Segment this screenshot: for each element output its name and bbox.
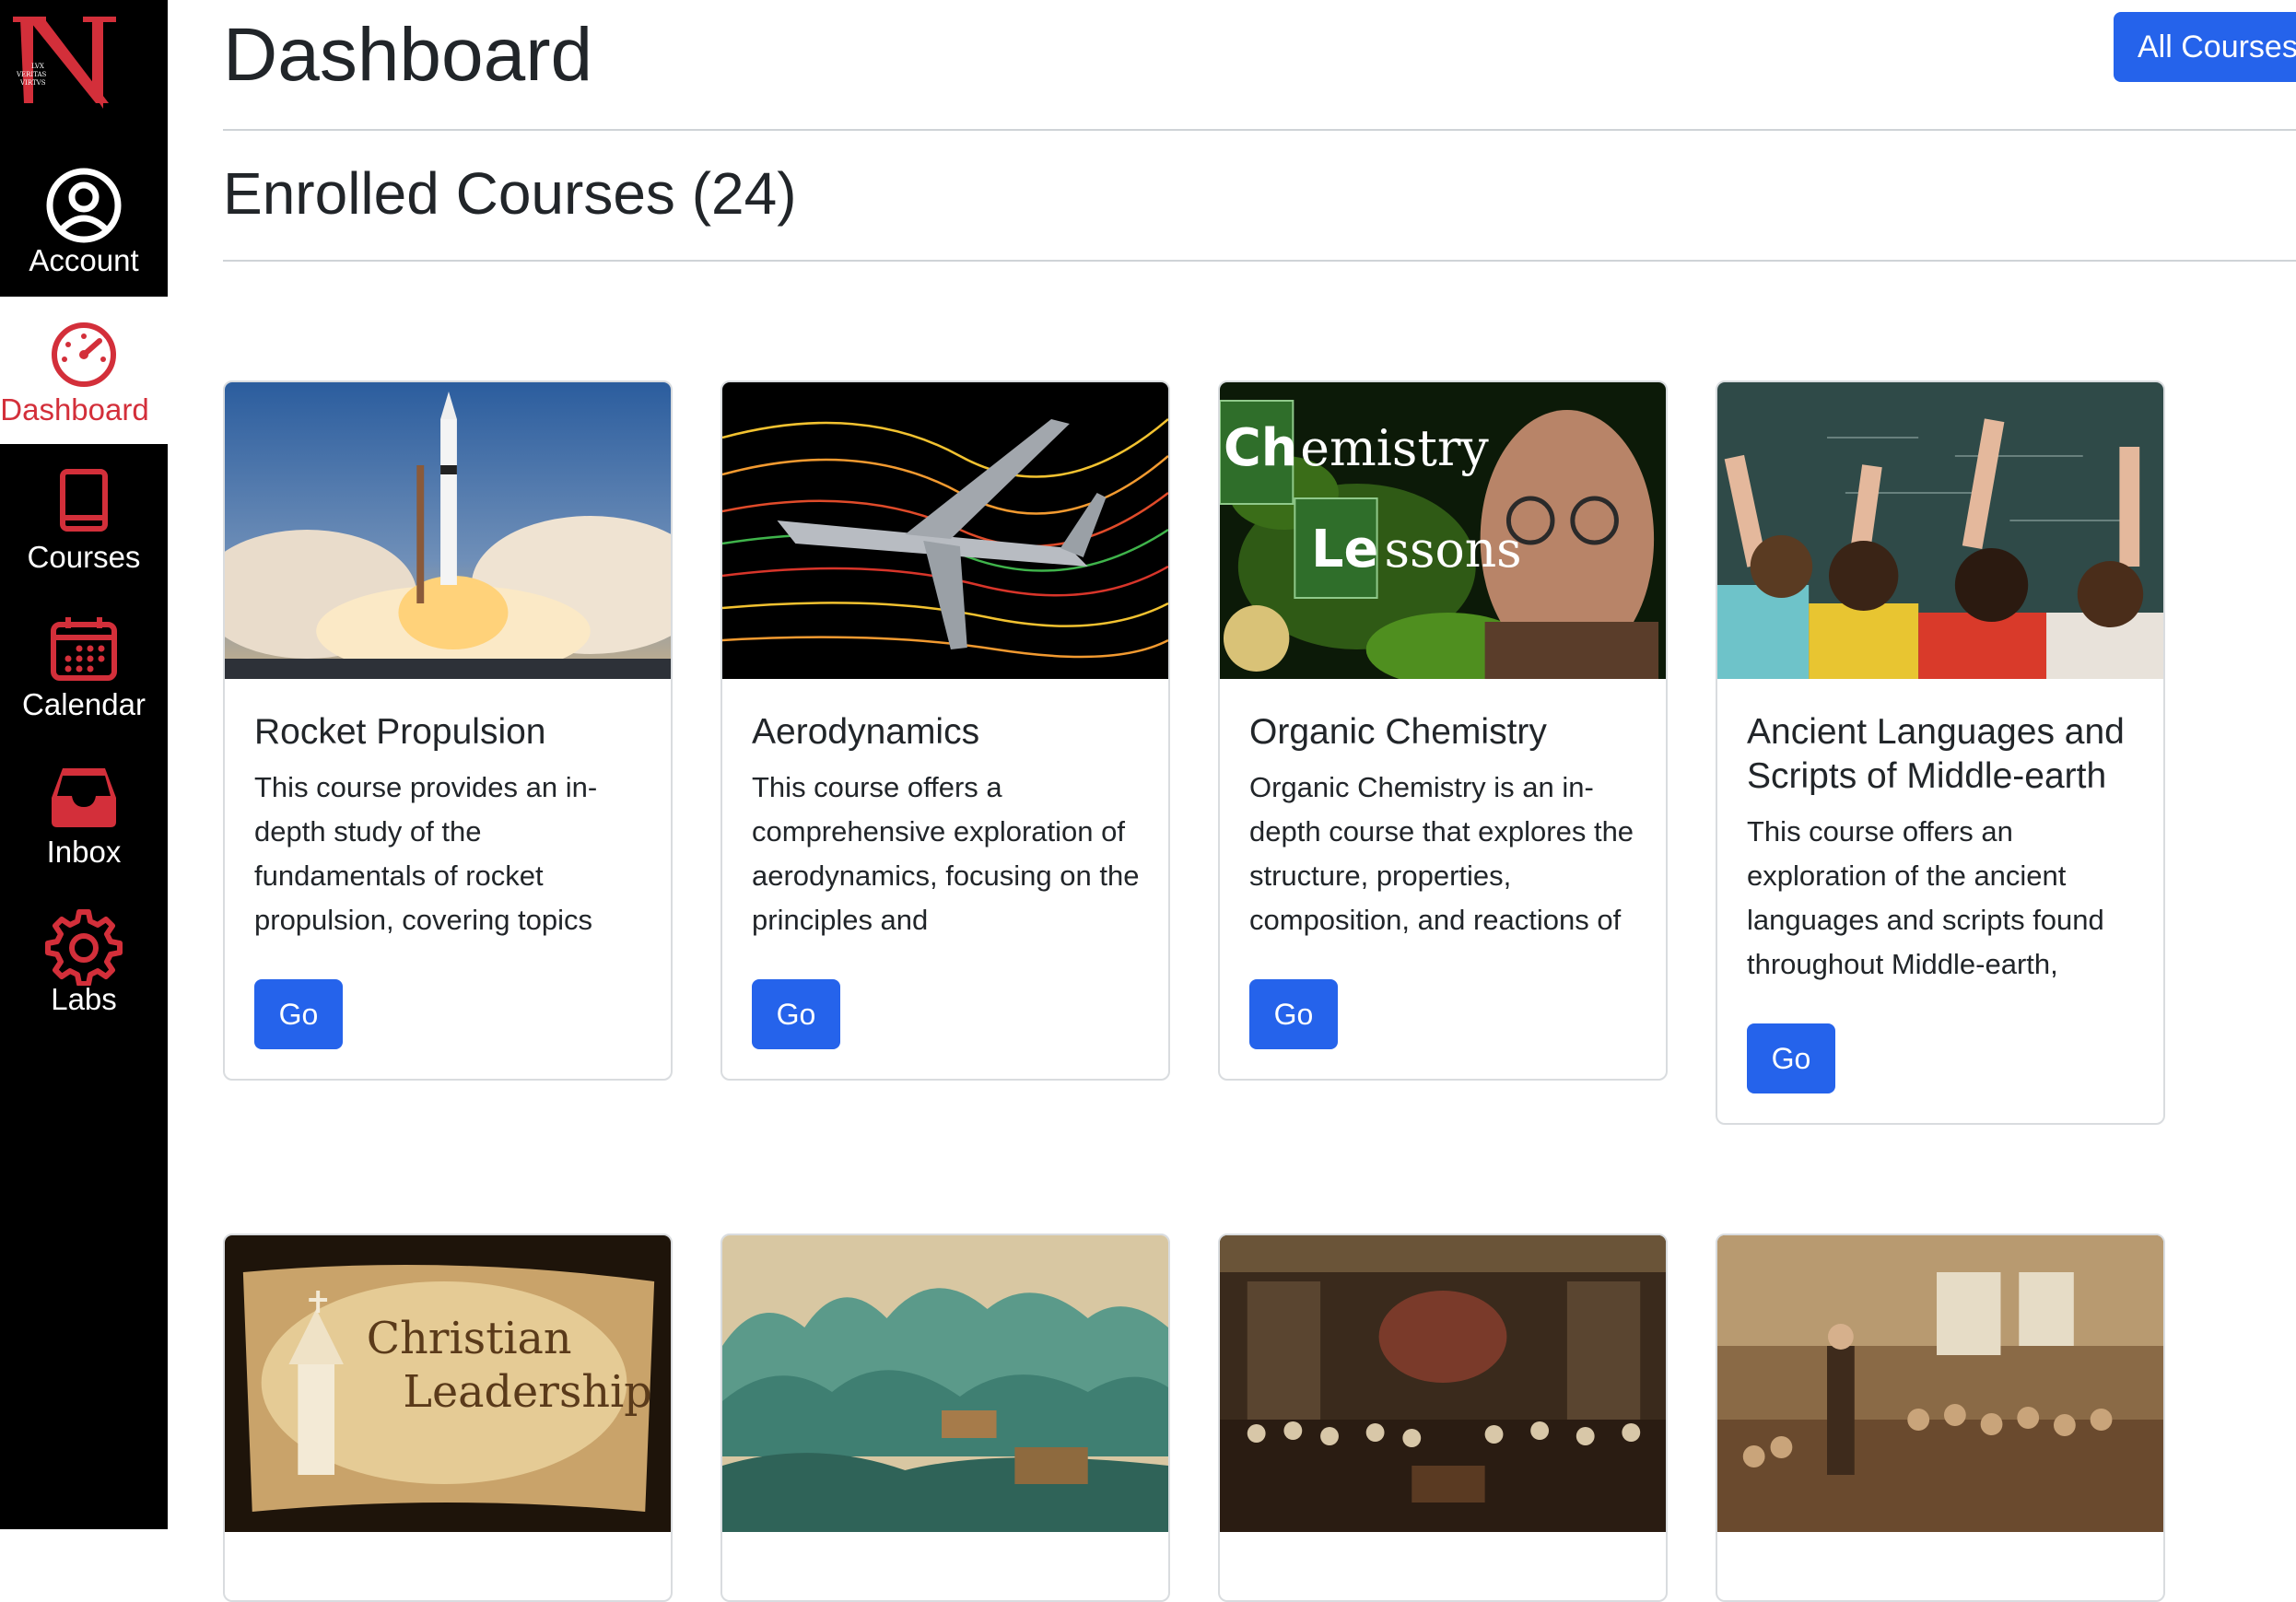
sidebar-item-label: Account	[29, 243, 139, 277]
book-icon	[42, 461, 125, 544]
gear-icon	[42, 903, 125, 987]
sidebar-item-dashboard[interactable]: Dashboard	[0, 297, 168, 444]
section-divider	[223, 260, 2296, 262]
calendar-icon	[42, 608, 125, 691]
course-title: Ancient Languages and Scripts of Middle-…	[1747, 712, 2125, 796]
sidebar-item-label: Inbox	[46, 835, 122, 869]
course-image-rocket-launch[interactable]	[225, 382, 671, 679]
svg-text:VIRTVS: VIRTVS	[19, 79, 46, 87]
course-title: Aerodynamics	[752, 712, 980, 752]
inbox-icon	[42, 755, 125, 838]
course-description: This course provides an in-depth study o…	[254, 771, 598, 936]
course-image-christian-leadership[interactable]: Christian Leadership	[225, 1235, 671, 1532]
course-card-history-assembly	[1218, 1234, 1668, 1602]
go-button[interactable]: Go	[752, 979, 840, 1049]
course-image-chemistry-lessons[interactable]: Ch emistry Le ssons	[1220, 382, 1666, 679]
course-description: Organic Chemistry is an in-depth course …	[1249, 771, 1634, 936]
user-circle-icon	[42, 164, 125, 247]
course-image-airplane-airflow[interactable]	[722, 382, 1168, 679]
course-image-chinese-landscape[interactable]	[722, 1235, 1168, 1532]
sidebar-item-label: Dashboard	[0, 392, 149, 427]
sidebar-item-inbox[interactable]: Inbox	[0, 739, 168, 886]
sidebar-item-label: Calendar	[22, 687, 146, 721]
course-card-christian-leadership: Christian Leadership	[223, 1234, 673, 1602]
sidebar-item-label: Courses	[27, 540, 141, 574]
sidebar-item-courses[interactable]: Courses	[0, 444, 168, 591]
svg-text:LVX: LVX	[31, 63, 44, 70]
enrolled-courses-heading: Enrolled Courses (24)	[223, 160, 797, 227]
sidebar-item-label: Labs	[51, 982, 117, 1016]
page-title: Dashboard	[223, 13, 593, 97]
course-card-schoolroom	[1716, 1234, 2165, 1602]
course-image-assembly-painting[interactable]	[1220, 1235, 1666, 1532]
university-logo[interactable]: LVX VERITAS VIRTVS	[0, 0, 168, 138]
course-card-ancient-languages: Ancient Languages and Scripts of Middle-…	[1716, 380, 2165, 1125]
go-button[interactable]: Go	[1249, 979, 1338, 1049]
christian-leadership-text: Leadership	[403, 1367, 651, 1418]
course-card-landscape-painting	[720, 1234, 1170, 1602]
go-button[interactable]: Go	[254, 979, 343, 1049]
go-button[interactable]: Go	[1747, 1023, 1835, 1093]
course-description: This course offers a comprehensive explo…	[752, 771, 1140, 936]
course-title: Organic Chemistry	[1249, 712, 1547, 752]
course-card-aerodynamics: Aerodynamics This course offers a compre…	[720, 380, 1170, 1081]
speedometer-icon	[42, 313, 125, 396]
course-card-organic-chemistry: Ch emistry Le ssons Organic Chemistry Or…	[1218, 380, 1668, 1081]
course-image-classroom[interactable]	[1717, 382, 2163, 679]
chemistry-image-text: ssons	[1385, 520, 1522, 579]
chemistry-image-text: emistry	[1300, 419, 1489, 477]
svg-text:VERITAS: VERITAS	[16, 71, 47, 78]
all-courses-button[interactable]: All Courses	[2114, 12, 2296, 82]
sidebar-item-calendar[interactable]: Calendar	[0, 591, 168, 739]
chemistry-image-text: Le	[1311, 520, 1378, 579]
course-description: This course offers an exploration of the…	[1747, 815, 2104, 980]
chemistry-image-text: Ch	[1224, 418, 1297, 478]
sidebar-item-labs[interactable]: Labs	[0, 886, 168, 1034]
course-image-schoolroom-painting[interactable]	[1717, 1235, 2163, 1532]
course-card-rocket-propulsion: Rocket Propulsion This course provides a…	[223, 380, 673, 1081]
header-divider	[223, 129, 2296, 131]
course-title: Rocket Propulsion	[254, 712, 546, 752]
sidebar: LVX VERITAS VIRTVS Account Dashboard Cou…	[0, 0, 168, 1529]
christian-leadership-text: Christian	[367, 1314, 572, 1364]
sidebar-item-account[interactable]: Account	[0, 147, 168, 295]
